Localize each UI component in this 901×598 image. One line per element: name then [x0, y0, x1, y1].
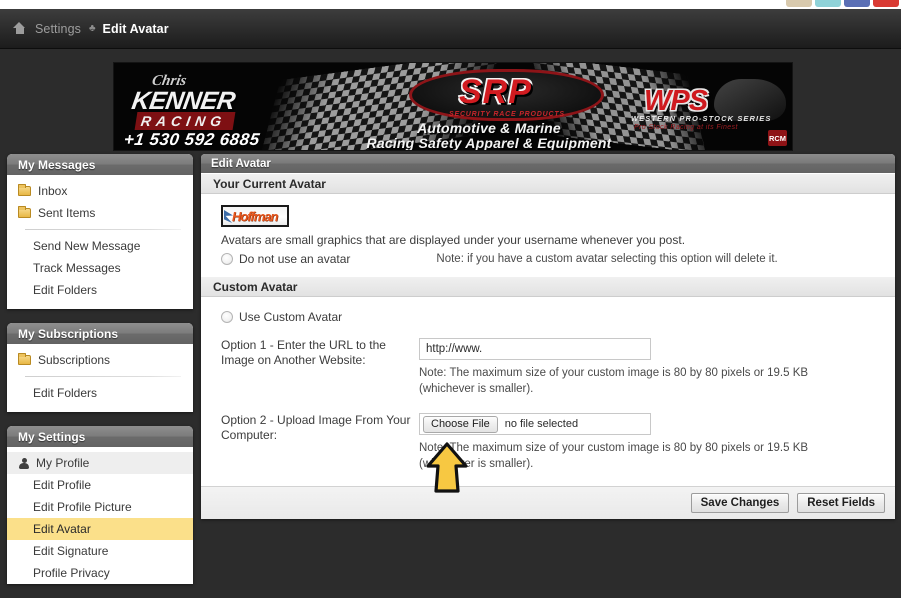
use-custom-avatar-radio-label: Use Custom Avatar [239, 310, 343, 324]
sidebar-panel-title: My Settings [7, 426, 193, 447]
use-custom-avatar-radio[interactable] [221, 311, 233, 323]
person-icon [18, 457, 29, 469]
banner-advertisement[interactable]: Chris KENNER RACING +1 530 592 6885 SRP … [113, 62, 793, 151]
sidebar-item-label: Edit Folders [33, 386, 98, 400]
sidebar-item-edit-signature[interactable]: Edit Signature [7, 540, 193, 562]
avatar-file-input[interactable]: Choose File no file selected [419, 413, 651, 435]
section-header-current-avatar: Your Current Avatar [201, 173, 895, 194]
section-body-custom-avatar: Use Custom Avatar Option 1 - Enter the U… [201, 297, 895, 482]
current-avatar-image: Hoffman [221, 205, 289, 227]
use-custom-avatar-radio-row[interactable]: Use Custom Avatar [221, 310, 883, 324]
main-content-panel: Edit Avatar Your Current Avatar Hoffman … [201, 154, 895, 519]
option1-note: Note: The maximum size of your custom im… [419, 367, 809, 395]
sidebar-item-edit-profile-picture[interactable]: Edit Profile Picture [7, 496, 193, 518]
banner-corner-badge: RCM [768, 130, 787, 146]
sidebar-divider [25, 229, 181, 230]
banner-tagline-2: Racing Safety Apparel & Equipment [366, 135, 612, 151]
browser-tab-1[interactable] [786, 0, 812, 7]
sidebar-item-label: My Profile [36, 456, 90, 470]
sidebar-item-label: Edit Folders [33, 283, 98, 297]
option2-label: Option 2 - Upload Image From Your Comput… [221, 413, 411, 442]
folder-icon [18, 206, 31, 218]
option2-row: Option 2 - Upload Image From Your Comput… [221, 413, 883, 472]
sidebar-item-label: Edit Signature [33, 544, 109, 558]
folder-icon [18, 353, 31, 365]
breadcrumb: Settings ♣ Edit Avatar [0, 9, 901, 49]
sidebar-item-label: Profile Privacy [33, 566, 110, 580]
sidebar-panel-my-messages: My Messages Inbox Sent Items Send New Me… [7, 154, 193, 309]
sidebar-item-label: Subscriptions [38, 353, 111, 367]
sidebar-item-label: Track Messages [33, 261, 121, 275]
banner-wps-subtitle-2: Pro Stock Racing at its Finest [634, 124, 738, 131]
sidebar-item-edit-folders[interactable]: Edit Folders [7, 279, 193, 301]
banner-srp-subtitle: SECURITY RACE PRODUCTS [449, 111, 565, 118]
sidebar-item-track-messages[interactable]: Track Messages [7, 257, 193, 279]
save-changes-button[interactable]: Save Changes [690, 493, 790, 513]
home-icon[interactable] [13, 22, 26, 35]
sidebar-item-send-new-message[interactable]: Send New Message [7, 235, 193, 257]
avatar-logo-text: Hoffman [232, 209, 278, 224]
no-avatar-radio-label: Do not use an avatar [239, 252, 351, 266]
breadcrumb-item-current: Edit Avatar [102, 21, 169, 36]
sidebar-item-edit-avatar[interactable]: Edit Avatar [7, 518, 193, 540]
banner-phone-number: +1 530 592 6885 [122, 130, 262, 149]
sidebar-item-subscriptions[interactable]: Subscriptions [7, 349, 193, 371]
sidebar-panel-title: My Subscriptions [7, 323, 193, 344]
section-body-current-avatar: Hoffman Avatars are small graphics that … [201, 194, 895, 276]
sidebar-item-label: Inbox [38, 184, 68, 198]
no-avatar-note: Note: if you have a custom avatar select… [436, 253, 778, 265]
sidebar-item-sent-items[interactable]: Sent Items [7, 202, 193, 224]
sidebar-panel-my-subscriptions: My Subscriptions Subscriptions Edit Fold… [7, 323, 193, 412]
sidebar-item-label: Edit Avatar [33, 522, 91, 536]
page-title: Edit Avatar [201, 154, 895, 173]
no-avatar-radio-row[interactable]: Do not use an avatar Note: if you have a… [221, 252, 883, 266]
no-avatar-radio[interactable] [221, 253, 233, 265]
folder-icon [18, 184, 31, 196]
option1-label: Option 1 - Enter the URL to the Image on… [221, 338, 386, 367]
banner-srp-logo: SRP [459, 73, 532, 111]
sidebar-item-label: Edit Profile [33, 478, 92, 492]
sidebar-item-edit-profile[interactable]: Edit Profile [7, 474, 193, 496]
avatar-description: Avatars are small graphics that are disp… [221, 233, 686, 247]
sidebar-item-inbox[interactable]: Inbox [7, 180, 193, 202]
banner-kenner-racing: RACING [134, 112, 236, 130]
breadcrumb-separator-icon: ♣ [88, 22, 96, 34]
file-status-label: no file selected [504, 418, 579, 430]
browser-tab-2[interactable] [815, 0, 841, 7]
sidebar-divider [25, 376, 181, 377]
sidebar-item-label: Sent Items [38, 206, 96, 220]
sidebar-item-label: Edit Profile Picture [33, 500, 132, 514]
option1-row: Option 1 - Enter the URL to the Image on… [221, 338, 883, 397]
avatar-url-input[interactable] [419, 338, 651, 360]
section-header-custom-avatar: Custom Avatar [201, 276, 895, 297]
sidebar: My Messages Inbox Sent Items Send New Me… [7, 154, 193, 598]
sidebar-item-label: Send New Message [33, 239, 141, 253]
content-footer: Save Changes Reset Fields [201, 486, 895, 519]
sidebar-panel-title: My Messages [7, 154, 193, 175]
browser-tab-4[interactable] [873, 0, 899, 7]
sidebar-item-profile-privacy[interactable]: Profile Privacy [7, 562, 193, 584]
sidebar-panel-my-settings: My Settings My Profile Edit Profile Edit… [7, 426, 193, 584]
sidebar-item-my-profile[interactable]: My Profile [7, 452, 193, 474]
browser-tab-3[interactable] [844, 0, 870, 7]
banner-wps-subtitle: WESTERN PRO-STOCK SERIES [631, 114, 772, 123]
banner-tagline-1: Automotive & Marine [417, 120, 561, 136]
browser-chrome-strip [0, 0, 901, 9]
breadcrumb-item-settings[interactable]: Settings [35, 22, 81, 36]
sidebar-item-edit-folders-subs[interactable]: Edit Folders [7, 382, 193, 404]
option2-note: Note: The maximum size of your custom im… [419, 442, 809, 470]
choose-file-button[interactable]: Choose File [423, 415, 498, 433]
reset-fields-button[interactable]: Reset Fields [797, 493, 885, 513]
